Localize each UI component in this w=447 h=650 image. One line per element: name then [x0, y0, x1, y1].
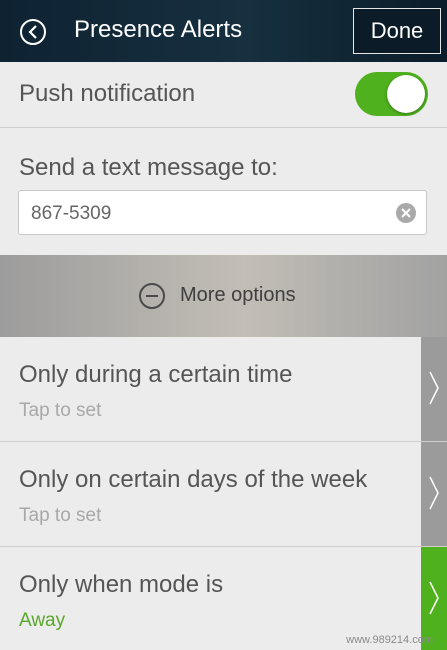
- text-message-label: Send a text message to:: [19, 154, 278, 181]
- toggle-knob: [387, 75, 425, 113]
- more-options-label: More options: [180, 284, 296, 306]
- phone-number-input[interactable]: 867-5309: [18, 190, 427, 235]
- chevron-right-icon: [429, 476, 439, 510]
- header-bar: Presence Alerts Done: [0, 0, 447, 62]
- option-title: Only when mode is: [19, 571, 224, 598]
- option-subtitle: Tap to set: [19, 505, 102, 526]
- option-title: Only during a certain time: [19, 361, 293, 388]
- option-title: Only on certain days of the week: [19, 466, 368, 493]
- option-certain-days[interactable]: Only on certain days of the week Tap to …: [0, 442, 447, 547]
- chevron-right-icon: [429, 581, 439, 615]
- option-certain-time[interactable]: Only during a certain time Tap to set: [0, 337, 447, 442]
- clear-icon[interactable]: [396, 203, 416, 223]
- push-notification-toggle[interactable]: [355, 72, 428, 116]
- text-message-section: Send a text message to: 867-5309: [0, 129, 447, 255]
- done-button[interactable]: Done: [353, 8, 441, 54]
- chevron-bar[interactable]: [421, 337, 447, 441]
- back-icon[interactable]: [20, 19, 46, 45]
- watermark: www.989214.com: [346, 634, 433, 646]
- minus-circle-icon: [139, 283, 165, 309]
- push-notification-row: Push notification: [0, 62, 447, 128]
- chevron-right-icon: [429, 371, 439, 405]
- push-notification-label: Push notification: [19, 80, 196, 107]
- phone-number-value: 867-5309: [31, 203, 112, 224]
- chevron-bar[interactable]: [421, 442, 447, 546]
- page-title: Presence Alerts: [74, 16, 243, 43]
- option-subtitle: Away: [19, 610, 66, 631]
- more-options-toggle[interactable]: More options: [0, 255, 447, 337]
- option-subtitle: Tap to set: [19, 400, 102, 421]
